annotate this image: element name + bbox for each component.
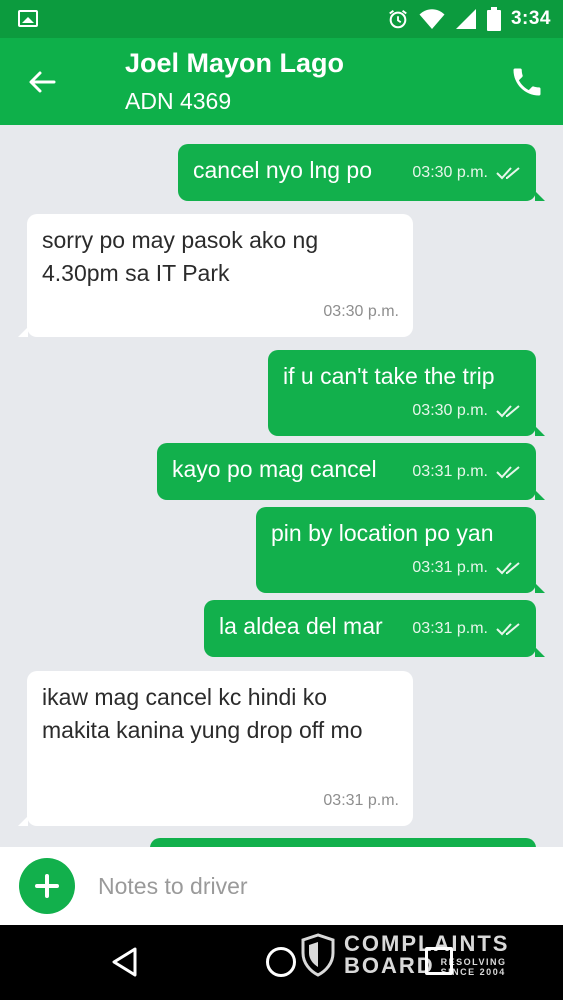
read-ticks-icon — [496, 166, 520, 179]
driver-name: Joel Mayon Lago — [125, 48, 345, 78]
message-time: 03:31 p.m. — [412, 620, 488, 637]
message-meta: 03:30 p.m. — [412, 156, 522, 189]
read-ticks-icon — [496, 622, 520, 635]
composer-bar — [0, 847, 563, 925]
message-text: sorry po may pasok ako ng 4.30pm sa IT P… — [42, 227, 319, 286]
message-meta: 03:31 p.m. — [412, 455, 522, 488]
alarm-icon — [389, 9, 407, 29]
image-icon — [18, 10, 38, 27]
status-bar: 3:34 — [0, 0, 563, 38]
message-outgoing: la aldea del mar 03:31 p.m. — [204, 600, 545, 657]
nav-recents-icon[interactable] — [425, 947, 453, 975]
message-text: ikaw mag cancel kc hindi ko makita kanin… — [42, 684, 363, 743]
phone-icon — [513, 68, 541, 96]
read-ticks-icon — [496, 404, 520, 417]
message-outgoing-partial — [150, 838, 536, 847]
message-time: 03:31 p.m. — [323, 792, 399, 809]
message-text: if u can't take the trip — [283, 363, 495, 389]
status-icons: 3:34 — [387, 0, 551, 38]
message-time: 03:30 p.m. — [323, 303, 399, 320]
message-meta: 03:30 p.m. — [412, 394, 522, 427]
message-time: 03:31 p.m. — [412, 463, 488, 480]
message-text: kayo po mag cancel — [172, 456, 377, 482]
message-meta: 03:31 p.m. — [412, 551, 522, 584]
nav-home-icon[interactable] — [266, 947, 296, 977]
read-ticks-icon — [496, 465, 520, 478]
back-arrow-icon — [29, 71, 56, 93]
message-outgoing: pin by location po yan 03:31 p.m. — [256, 507, 545, 593]
message-meta: 03:31 p.m. — [323, 784, 399, 817]
message-text: cancel nyo lng po — [193, 157, 373, 183]
message-incoming: sorry po may pasok ako ng 4.30pm sa IT P… — [18, 214, 413, 337]
battery-icon — [486, 7, 501, 31]
message-outgoing: if u can't take the trip 03:30 p.m. — [268, 350, 545, 436]
add-button[interactable] — [19, 858, 75, 914]
chat-header: Joel Mayon Lago ADN 4369 — [0, 38, 563, 125]
nav-back-icon[interactable] — [108, 945, 142, 979]
vehicle-plate: ADN 4369 — [125, 88, 232, 114]
plus-icon — [35, 874, 59, 898]
watermark-line2: BOARD — [344, 953, 435, 978]
message-outgoing: cancel nyo lng po 03:30 p.m. — [178, 144, 545, 201]
message-text: la aldea del mar — [219, 613, 383, 639]
message-time: 03:30 p.m. — [412, 402, 488, 419]
message-meta: 03:30 p.m. — [323, 295, 399, 328]
message-outgoing: kayo po mag cancel 03:31 p.m. — [157, 443, 545, 500]
message-incoming: ikaw mag cancel kc hindi ko makita kanin… — [18, 671, 413, 826]
message-list[interactable]: cancel nyo lng po 03:30 p.m. sorry po ma… — [0, 125, 563, 847]
complaints-board-watermark: COMPLAINTS BOARD RESOLVING SINCE 2004 — [300, 933, 509, 977]
message-text: pin by location po yan — [271, 520, 494, 546]
message-time: 03:31 p.m. — [412, 559, 488, 576]
back-button[interactable] — [22, 62, 62, 102]
shield-logo-icon — [301, 933, 335, 977]
notes-input[interactable] — [98, 867, 538, 905]
signal-icon — [455, 9, 476, 29]
navigation-bar: COMPLAINTS BOARD RESOLVING SINCE 2004 — [0, 925, 563, 1000]
message-time: 03:30 p.m. — [412, 164, 488, 181]
wifi-icon — [419, 9, 445, 29]
read-ticks-icon — [496, 561, 520, 574]
status-time: 3:34 — [510, 8, 551, 29]
call-button[interactable] — [505, 60, 549, 104]
message-meta: 03:31 p.m. — [412, 612, 522, 645]
